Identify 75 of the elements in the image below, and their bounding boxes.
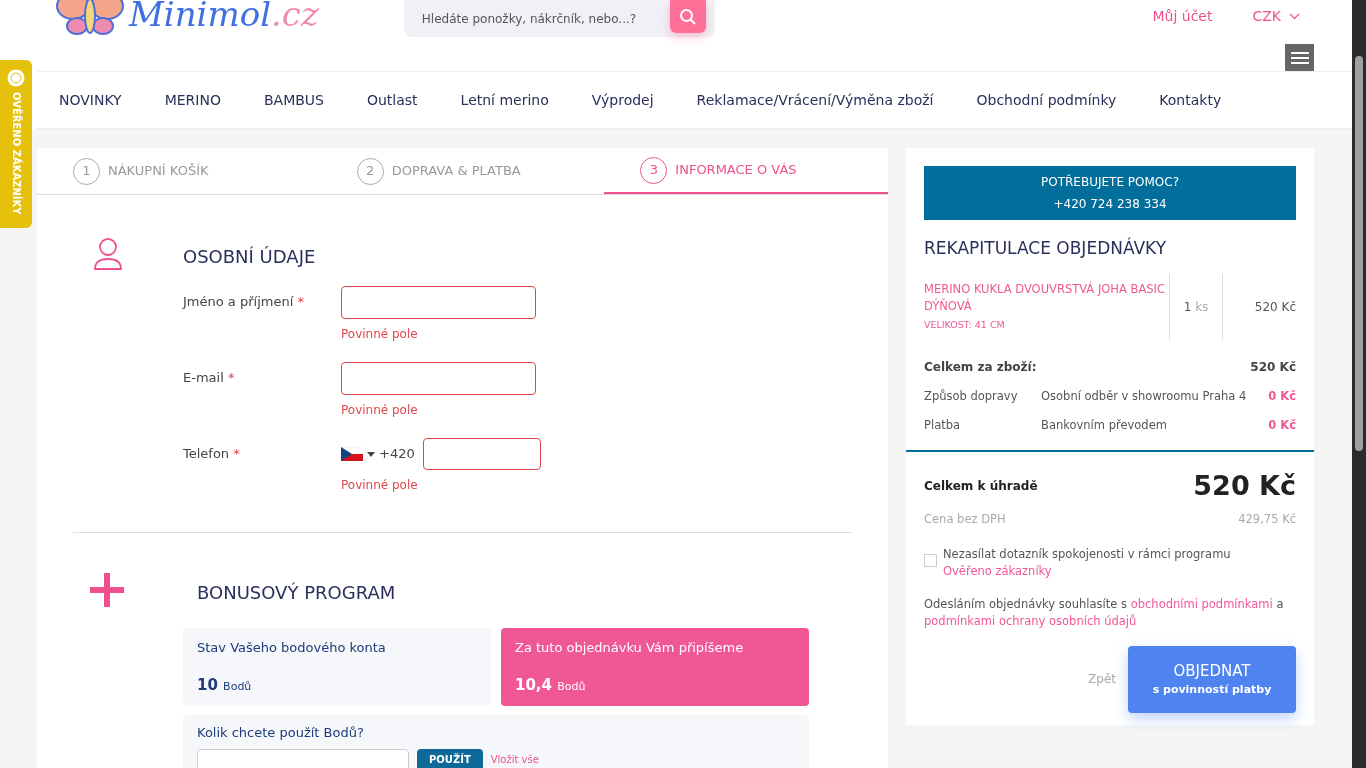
nav-link[interactable]: MERINO (164, 89, 221, 111)
summary-value: 0 Kč (1268, 416, 1296, 434)
search-field[interactable]: Hledáte ponožky, nákrčník, nebo...? (403, 0, 715, 37)
search-icon (678, 7, 697, 26)
summary-label: Způsob dopravy (924, 387, 1019, 405)
checkbox[interactable] (924, 553, 937, 567)
flag-icon (341, 447, 363, 461)
menu-button[interactable] (1285, 44, 1314, 72)
section-title: BONUSOVÝ PROGRAM (197, 581, 397, 605)
input-field[interactable] (341, 286, 536, 319)
nav-link[interactable]: Obchodní podmínky (976, 89, 1117, 111)
nav-link[interactable]: Outlast (366, 89, 418, 111)
product-quantity: 1 ks (1169, 273, 1223, 340)
apply-button[interactable]: POUŽÍT (417, 748, 483, 768)
butterfly-logo-icon (55, 0, 125, 36)
product-price: 520 Kč (1253, 298, 1296, 316)
search-button[interactable] (669, 0, 706, 33)
product-name[interactable]: MERINO KUKLA DVOUVRSTVÁ JOHA BASIC DÝŇOVÁ (924, 281, 1169, 316)
account-link[interactable]: Můj účet (1152, 6, 1213, 27)
total-label: Celkem k úhradě (924, 478, 1038, 496)
logo-text[interactable]: Minimol.cz (129, 0, 319, 36)
error-message: Povinné pole (341, 402, 419, 419)
caret-icon (367, 451, 375, 457)
section-title: OSOBNÍ ÚDAJE (183, 245, 317, 269)
chevron-down-icon (1289, 13, 1300, 20)
nav-link[interactable]: NOVINKY (59, 89, 122, 111)
order-button[interactable]: OBJEDNAT s povinností platby (1128, 645, 1296, 713)
nav-link[interactable]: Reklamace/Vrácení/Výměna zboží (696, 89, 934, 111)
insert-all-link[interactable]: Vložit vše (490, 752, 539, 767)
country-select[interactable]: +420 (341, 444, 415, 464)
checkout-step[interactable]: 1 NÁKUPNÍ KOŠÍK (37, 148, 321, 194)
field-label: E-mail * (183, 369, 236, 387)
person-icon (93, 237, 123, 271)
terms-link[interactable]: obchodními podmínkami (1130, 596, 1273, 611)
field-label: Telefon * (183, 445, 241, 463)
summary-label: Platba (924, 416, 962, 434)
summary-value: 0 Kč (1268, 387, 1296, 405)
checkout-step[interactable]: 2 DOPRAVA & PLATBA (320, 148, 605, 194)
product-variant: VELIKOST: 41 CM (924, 317, 1006, 332)
points-value: 10,4 Bodů (515, 674, 587, 696)
scrollbar[interactable] (1352, 0, 1366, 768)
help-title: POTŘEBUJETE POMOC? (1041, 173, 1179, 191)
total-value: 520 Kč (1193, 469, 1296, 503)
summary-detail: Bankovním převodem (1041, 416, 1168, 434)
points-question: Kolik chcete použít Bodů? (197, 724, 365, 742)
menu-icon (1290, 51, 1309, 65)
back-link[interactable]: Zpět (1088, 670, 1116, 689)
summary-detail: Osobní odběr v showroomu Praha 4 (1041, 387, 1248, 405)
survey-opt-out-text: Nezasílat dotazník spokojenosti v rámci programu Ověřeno zákazníky (943, 545, 1232, 580)
seal-icon (6, 68, 26, 88)
points-label: Stav Vašeho bodového konta (197, 639, 387, 657)
privacy-link[interactable]: podmínkami ochrany osobních údajů (924, 613, 1137, 628)
input-field[interactable] (341, 362, 536, 395)
checkout-step[interactable]: 3 INFORMACE O VÁS (604, 148, 888, 194)
field-label: Jméno a příjmení * (183, 293, 305, 311)
points-value: 10 Bodů (197, 674, 253, 696)
help-phone[interactable]: +420 724 238 334 (1053, 195, 1167, 213)
points-input[interactable] (197, 748, 409, 768)
net-price-value: 429,75 Kč (1238, 510, 1296, 528)
error-message: Povinné pole (341, 326, 419, 343)
goods-total-value: 520 Kč (1250, 358, 1296, 376)
nav-link[interactable]: BAMBUS (263, 89, 324, 111)
currency-select[interactable]: CZK (1252, 6, 1300, 27)
input-field[interactable] (422, 438, 541, 470)
summary-title: REKAPITULACE OBJEDNÁVKY (924, 236, 1168, 260)
verified-link[interactable]: Ověřeno zákazníky (943, 563, 1052, 578)
terms-text: Odesláním objednávky souhlasíte s obchodními podmínkami a podmínkami ochrany osobních údajů (924, 595, 1285, 630)
nav-link[interactable]: Letní merino (460, 89, 549, 111)
plus-icon (90, 573, 124, 607)
points-label: Za tuto objednávku Vám připíšeme (515, 639, 745, 657)
error-message: Povinné pole (341, 477, 419, 494)
goods-total-label: Celkem za zboží: (924, 358, 1037, 376)
nav-link[interactable]: Výprodej (591, 89, 654, 111)
nav-link[interactable]: Kontakty (1159, 89, 1222, 111)
net-price-label: Cena bez DPH (924, 510, 1006, 528)
